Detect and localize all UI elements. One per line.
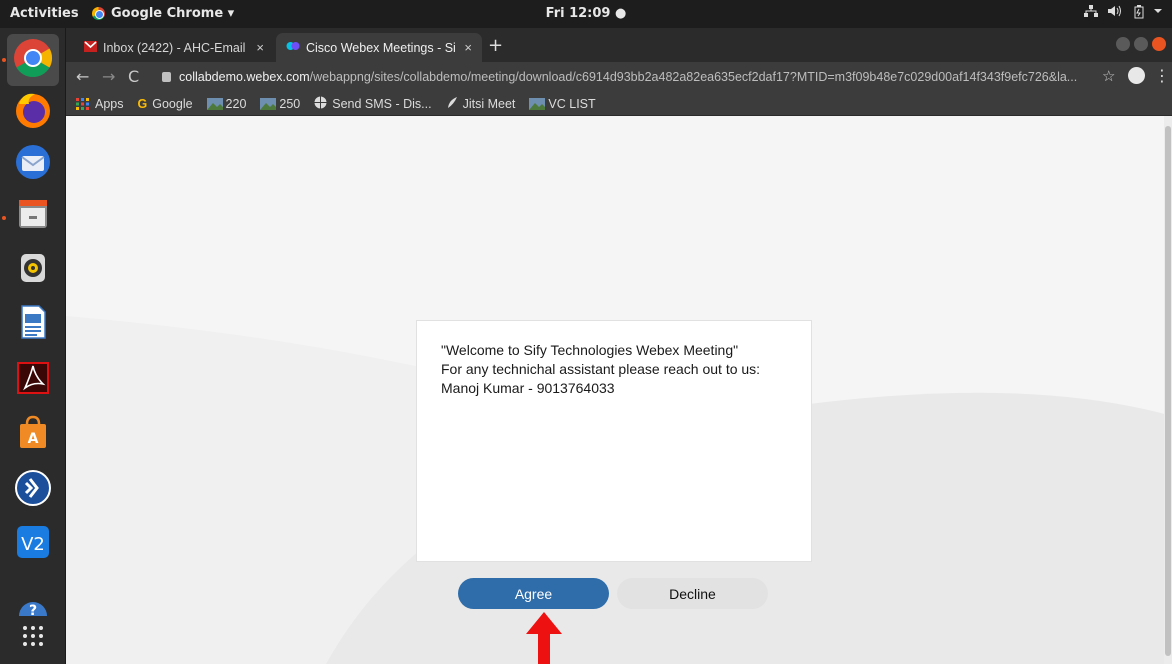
url-path: /webappng/sites/collabdemo/meeting/downl… — [309, 70, 1078, 84]
volume-icon — [1108, 5, 1124, 23]
gmail-favicon-icon — [84, 40, 97, 55]
dock-chrome[interactable] — [7, 34, 59, 86]
running-indicator — [2, 58, 6, 62]
tab-label: Cisco Webex Meetings - Si — [306, 40, 456, 55]
webex-favicon-icon — [286, 40, 300, 55]
dock-thunderbird[interactable] — [7, 138, 59, 190]
welcome-dialog: "Welcome to Sify Technologies Webex Meet… — [416, 320, 812, 562]
bookmark-label: VC LIST — [548, 96, 596, 111]
address-bar[interactable]: collabdemo.webex.com /webappng/sites/col… — [154, 65, 1122, 89]
reload-icon[interactable]: C — [128, 67, 139, 86]
svg-text:V2: V2 — [21, 534, 45, 555]
contact-info: Manoj Kumar - 9013764033 — [441, 380, 615, 396]
vnc-viewer-icon: V2 — [13, 522, 53, 566]
bookmark-220[interactable]: 220 — [206, 96, 247, 111]
image-favicon-icon — [529, 97, 546, 110]
close-window-button[interactable] — [1152, 37, 1166, 51]
app-menu-label: Google Chrome ▾ — [111, 6, 235, 21]
system-status-area[interactable] — [1084, 5, 1162, 23]
rhythmbox-icon — [13, 248, 53, 292]
google-g-icon: G — [137, 96, 148, 111]
bookmark-label: 250 — [279, 96, 301, 111]
network-icon — [1084, 5, 1098, 23]
thunderbird-icon — [13, 142, 53, 186]
bookmark-google[interactable]: G Google — [138, 97, 193, 111]
bookmark-label: 220 — [225, 96, 247, 111]
globe-icon — [314, 96, 327, 112]
new-tab-button[interactable]: + — [488, 35, 503, 56]
forward-arrow-icon[interactable]: → — [102, 67, 115, 86]
dock-libreoffice-writer[interactable] — [7, 298, 59, 350]
chrome-icon — [92, 7, 105, 20]
anydesk-icon — [13, 468, 53, 512]
running-indicator — [2, 216, 6, 220]
close-tab-icon[interactable]: × — [464, 40, 472, 55]
dock-software-center[interactable]: A — [7, 408, 59, 460]
tab-webex[interactable]: Cisco Webex Meetings - Si × — [276, 33, 482, 62]
profile-avatar-icon[interactable] — [1128, 67, 1145, 84]
dock-files[interactable] — [7, 190, 59, 242]
image-favicon-icon — [206, 97, 223, 110]
page-scrollbar[interactable] — [1164, 116, 1172, 664]
app-menu[interactable]: Google Chrome ▾ — [92, 6, 234, 21]
tab-inbox[interactable]: Inbox (2422) - AHC-Email × — [74, 33, 274, 62]
gnome-top-bar: Activities Google Chrome ▾ Fri 12:09 ● — [0, 0, 1172, 28]
apps-grid-icon — [76, 97, 90, 110]
scrollbar-thumb[interactable] — [1165, 126, 1171, 656]
bookmark-250[interactable]: 250 — [260, 97, 300, 111]
dock-rhythmbox[interactable] — [7, 244, 59, 296]
bookmark-label: Jitsi Meet — [462, 96, 516, 111]
tab-label: Inbox (2422) - AHC-Email — [103, 40, 246, 55]
welcome-message: "Welcome to Sify Technologies Webex Meet… — [441, 342, 739, 358]
webex-page: "Welcome to Sify Technologies Webex Meet… — [66, 116, 1172, 664]
bookmark-vc-list[interactable]: VC LIST — [529, 96, 596, 111]
red-up-arrow-icon — [526, 612, 562, 664]
bookmark-label: Apps — [95, 96, 124, 111]
chrome-icon — [13, 38, 53, 82]
dock-anydesk[interactable] — [7, 464, 59, 516]
software-center-icon: A — [13, 412, 53, 456]
url-host: collabdemo.webex.com — [179, 70, 310, 84]
svg-text:A: A — [28, 431, 39, 447]
dock-vnc-viewer[interactable]: V2 — [7, 518, 59, 570]
bookmark-apps[interactable]: Apps — [76, 97, 124, 111]
dock-firefox[interactable] — [7, 86, 59, 138]
lock-icon — [162, 72, 171, 82]
tab-strip: Inbox (2422) - AHC-Email × Cisco Webex M… — [66, 28, 1172, 62]
dock-acrobat-reader[interactable] — [7, 354, 59, 406]
agree-button[interactable]: Agree — [458, 578, 609, 609]
bookmark-star-icon[interactable]: ☆ — [1102, 67, 1115, 85]
decline-button[interactable]: Decline — [617, 578, 768, 609]
bookmark-label: Google — [152, 96, 193, 111]
close-tab-icon[interactable]: × — [256, 40, 264, 55]
battery-icon — [1134, 5, 1144, 23]
ubuntu-dock: A V2 ? — [0, 28, 66, 664]
firefox-icon — [13, 90, 53, 134]
bookmark-send-sms[interactable]: Send SMS - Dis... — [314, 96, 432, 112]
window-controls — [1116, 37, 1166, 51]
show-applications-icon — [21, 624, 45, 652]
show-applications-button[interactable] — [7, 612, 59, 664]
files-icon — [13, 194, 53, 238]
libreoffice-writer-icon — [13, 302, 53, 346]
bookmark-label: Send SMS - Dis... — [332, 96, 432, 111]
support-message: For any technichal assistant please reac… — [441, 361, 761, 377]
system-menu-icon — [1154, 5, 1162, 23]
image-favicon-icon — [260, 97, 277, 110]
acrobat-reader-icon — [13, 358, 53, 402]
activities-button[interactable]: Activities — [10, 6, 79, 21]
chrome-menu-icon[interactable]: ⋮ — [1154, 66, 1170, 85]
minimize-button[interactable] — [1116, 37, 1130, 51]
jitsi-icon — [446, 96, 458, 112]
back-arrow-icon[interactable]: ← — [76, 67, 89, 86]
browser-toolbar: ← → C collabdemo.webex.com /webappng/sit… — [66, 62, 1172, 92]
bookmarks-bar: Apps G Google 220 250 Send SMS - Dis... … — [66, 92, 1172, 116]
chrome-window: Inbox (2422) - AHC-Email × Cisco Webex M… — [66, 28, 1172, 664]
bookmark-jitsi-meet[interactable]: Jitsi Meet — [446, 96, 516, 112]
maximize-button[interactable] — [1134, 37, 1148, 51]
